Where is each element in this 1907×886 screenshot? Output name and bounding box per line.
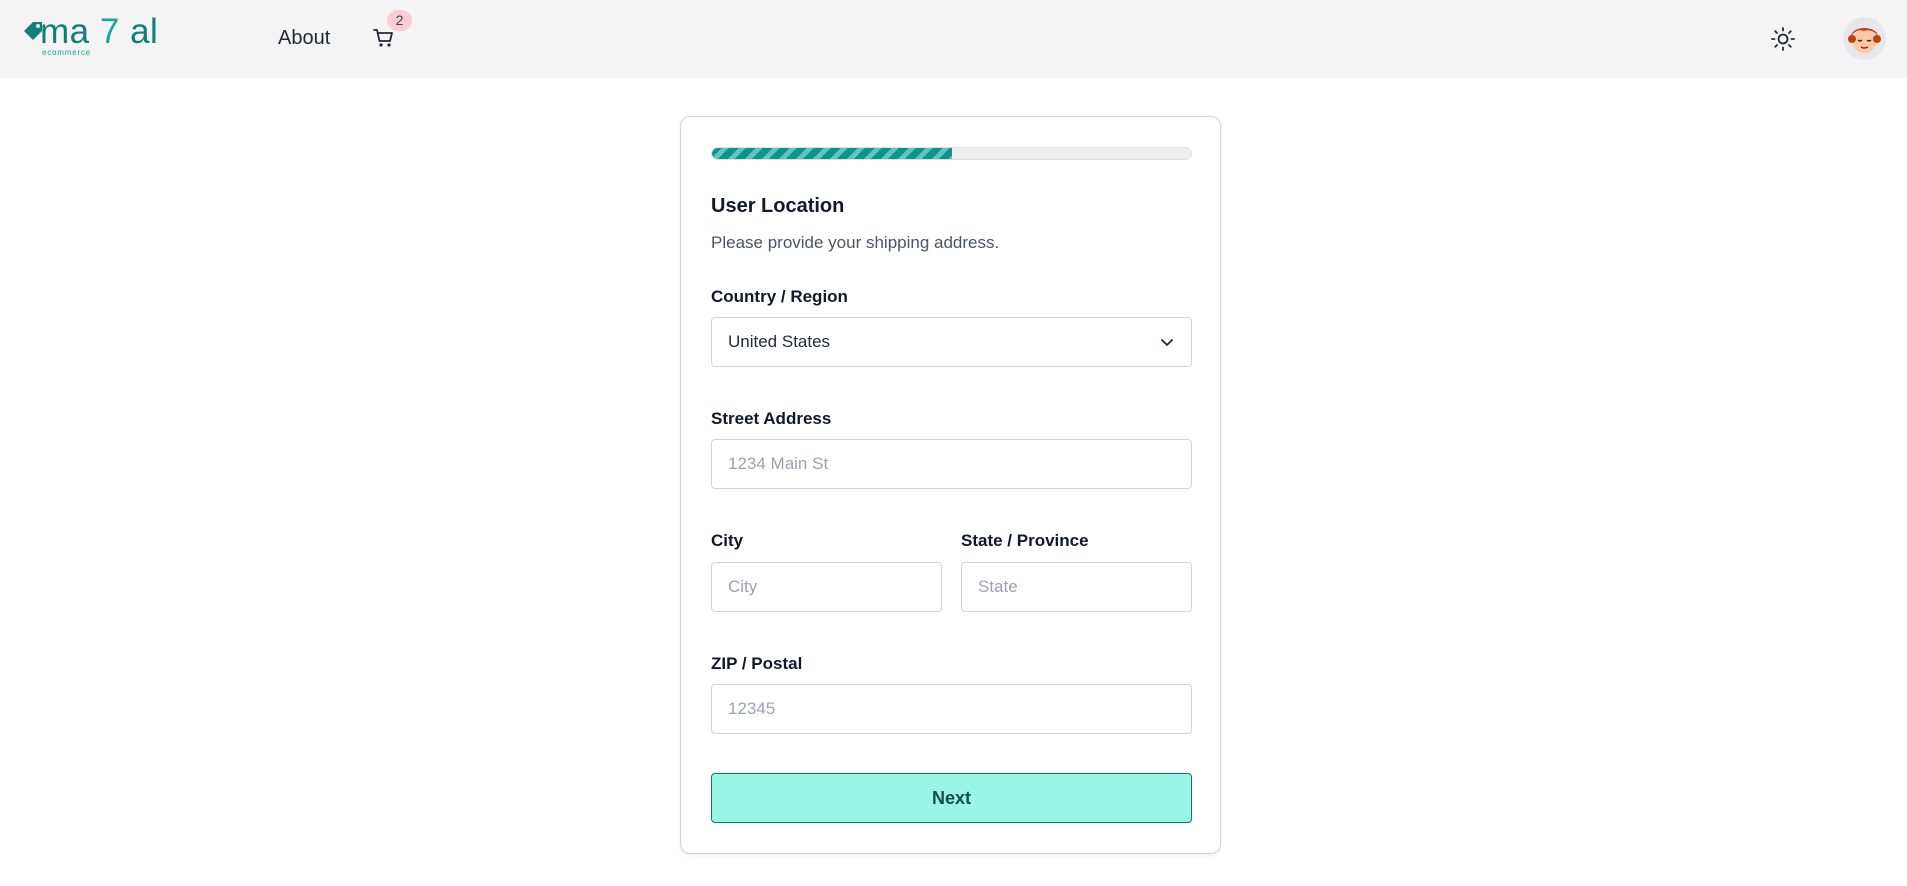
brand-logo[interactable]: ma 7 al ecommerce <box>22 12 162 60</box>
street-address-label: Street Address <box>711 409 832 428</box>
progress-bar-fill <box>712 148 952 159</box>
next-button[interactable]: Next <box>711 773 1192 823</box>
sun-icon[interactable] <box>1770 26 1796 52</box>
form-title: User Location <box>711 195 845 217</box>
city-label: City <box>711 531 744 550</box>
city-input[interactable] <box>711 562 942 612</box>
state-label: State / Province <box>961 531 1089 550</box>
shipping-form-card: User Location Please provide your shippi… <box>680 116 1221 854</box>
nav-link-about[interactable]: About <box>278 27 330 50</box>
progress-bar <box>711 147 1192 160</box>
country-select[interactable]: United States <box>711 317 1192 367</box>
chevron-down-icon <box>1161 339 1173 346</box>
street-address-input[interactable] <box>711 439 1192 489</box>
state-input[interactable] <box>961 562 1192 612</box>
country-select-value: United States <box>728 332 831 351</box>
user-avatar[interactable] <box>1843 17 1886 60</box>
cart-count-badge: 2 <box>387 10 412 31</box>
zip-input[interactable] <box>711 684 1192 734</box>
top-navbar: ma 7 al ecommerce About 2 <box>0 0 1907 78</box>
zip-label: ZIP / Postal <box>711 654 803 673</box>
logo-subtitle: ecommerce <box>42 48 91 57</box>
avatar-face-icon <box>1848 28 1881 53</box>
logo-wordmark: ma 7 al <box>40 12 159 51</box>
country-label: Country / Region <box>711 287 848 306</box>
form-description: Please provide your shipping address. <box>711 233 1000 252</box>
